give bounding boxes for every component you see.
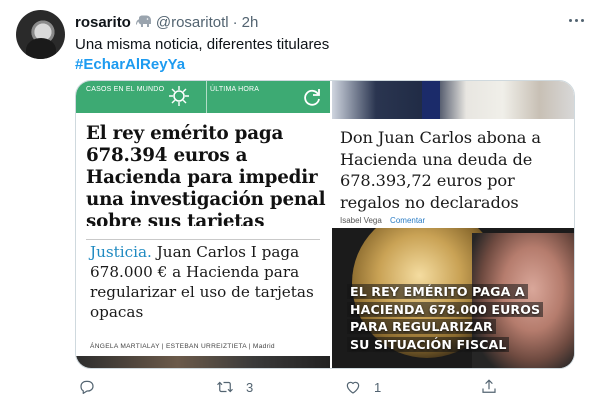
more-dot-icon [574, 18, 578, 22]
tweet-header: rosarito @rosaritotl · 2h [75, 12, 258, 32]
media-grid: CASOS EN EL MUNDO ÚLTIMA HORA El rey emé… [75, 80, 575, 369]
photo-detail [422, 81, 440, 119]
caption-line: PARA REGULARIZAR [347, 319, 496, 334]
headline-kicker: Justicia. [90, 243, 152, 261]
tweet-body: Una misma noticia, diferentes titulares [75, 36, 330, 53]
news-photo [76, 356, 330, 368]
newspaper-headline: El rey emérito paga 678.394 euros a Haci… [86, 123, 326, 226]
tweet-actions: 3 1 [75, 375, 505, 399]
byline: ÁNGELA MARTIALAY | ESTEBAN URREIZTIETA |… [90, 343, 275, 350]
byline: Isabel Vega Comentar [340, 216, 425, 225]
media-image-3[interactable]: Justicia. Juan Carlos I paga 678.000 € a… [76, 228, 330, 368]
refresh-icon [304, 89, 320, 106]
media-image-2[interactable]: Don Juan Carlos abona a Hacienda una deu… [332, 81, 574, 226]
avatar[interactable] [16, 10, 65, 59]
byline-author: Isabel Vega [340, 216, 382, 225]
like-button[interactable]: 1 [344, 377, 381, 397]
byline-comment: Comentar [390, 216, 426, 225]
virus-icon [169, 86, 189, 106]
share-icon [482, 379, 496, 393]
news-photo [332, 81, 574, 119]
tv-caption: EL REY EMÉRITO PAGA A HACIENDA 678.000 E… [347, 283, 567, 353]
more-dot-icon [580, 18, 584, 22]
author-name[interactable]: rosarito [75, 14, 131, 31]
caption-line: EL REY EMÉRITO PAGA A [347, 284, 528, 299]
media-image-1[interactable]: CASOS EN EL MUNDO ÚLTIMA HORA El rey emé… [76, 81, 330, 226]
retweet-icon [217, 381, 233, 393]
caption-line: HACIENDA 678.000 EUROS [347, 301, 544, 317]
retweet-button[interactable]: 3 [216, 377, 253, 397]
share-button[interactable] [480, 377, 498, 397]
separator-dot: · [232, 13, 238, 31]
heart-icon [346, 381, 360, 394]
hashtag-link[interactable]: #EcharAlReyYa [75, 55, 329, 75]
tweet-text: Una misma noticia, diferentes titulares … [75, 35, 329, 75]
reply-button[interactable] [78, 377, 96, 397]
section-label: CASOS EN EL MUNDO [86, 86, 165, 93]
media-image-4[interactable]: EL REY EMÉRITO PAGA A HACIENDA 678.000 E… [332, 228, 574, 368]
more-options-button[interactable] [566, 10, 586, 30]
newspaper-headline: Justicia. Juan Carlos I paga 678.000 € a… [90, 242, 326, 322]
more-dot-icon [568, 18, 572, 22]
reply-icon [80, 380, 94, 394]
divider [206, 81, 207, 113]
tweet-time[interactable]: 2h [242, 14, 259, 31]
like-count: 1 [374, 379, 382, 395]
newspaper-section-bar: CASOS EN EL MUNDO ÚLTIMA HORA [76, 81, 330, 113]
author-handle[interactable]: @rosaritotl [156, 14, 229, 31]
elephant-icon [135, 15, 151, 27]
retweet-count: 3 [246, 379, 254, 395]
newspaper-headline: Don Juan Carlos abona a Hacienda una deu… [340, 128, 541, 212]
caption-line: SU SITUACIÓN FISCAL [347, 336, 510, 352]
section-label: ÚLTIMA HORA [210, 86, 260, 93]
divider [86, 239, 320, 240]
